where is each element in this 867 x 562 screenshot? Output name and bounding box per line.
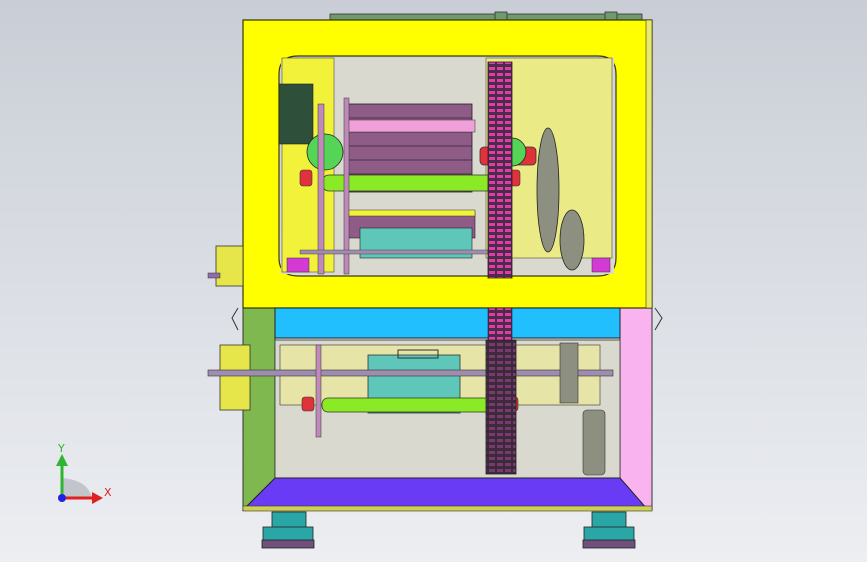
left-motor-block xyxy=(215,245,244,287)
vertical-plate-right xyxy=(343,97,350,275)
lower-vertical-rod xyxy=(315,344,322,438)
lower-shaft xyxy=(207,369,614,377)
pulley-lower xyxy=(559,209,585,271)
lower-pulley-stack xyxy=(559,342,579,404)
top-bolt-right xyxy=(604,11,618,21)
x-axis-label: X xyxy=(104,486,112,499)
gear-column-upper xyxy=(487,61,513,279)
base-bottom-strip xyxy=(242,505,653,512)
gear-column-lower xyxy=(485,339,517,475)
gear-column-through-band xyxy=(487,307,513,341)
thin-shaft-mid xyxy=(299,249,501,255)
magenta-block-right xyxy=(591,257,611,273)
cad-viewport[interactable]: Y X xyxy=(0,0,867,562)
red-clamp-upper-left xyxy=(299,169,313,187)
pink-roller-band xyxy=(344,119,476,133)
left-motor-shaft xyxy=(207,272,221,279)
top-rail xyxy=(329,13,643,21)
lower-yellow-block xyxy=(219,344,251,411)
yellow-crossbar xyxy=(344,209,476,217)
z-axis-dot xyxy=(58,494,66,502)
pulley-upper xyxy=(536,127,560,253)
upper-right-edge xyxy=(645,19,653,309)
green-coupling-left xyxy=(306,133,344,171)
window-interior xyxy=(278,57,614,275)
right-side-panel xyxy=(619,306,653,511)
lower-green-shaft xyxy=(321,397,493,413)
motor-dark-block xyxy=(278,83,314,145)
blue-crossbeam xyxy=(274,307,621,339)
vertical-plate-left xyxy=(317,103,325,275)
magenta-block-left xyxy=(286,257,310,273)
base-plate xyxy=(241,477,650,511)
lower-pulley-long xyxy=(582,409,606,476)
machine-assembly xyxy=(207,11,663,549)
y-axis-label: Y xyxy=(57,442,65,455)
lower-red-clamp-left xyxy=(301,396,315,412)
top-bolt-left xyxy=(494,11,508,21)
